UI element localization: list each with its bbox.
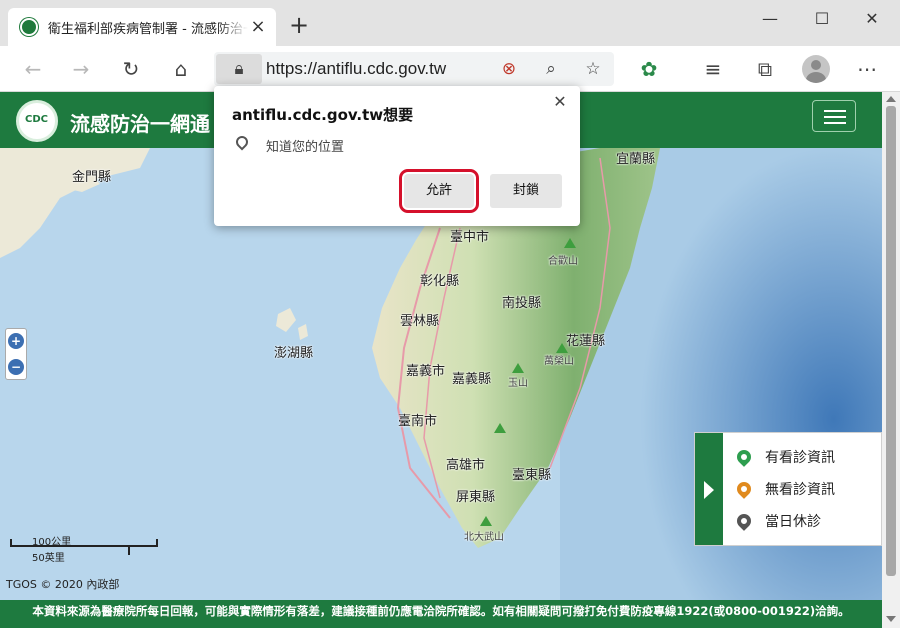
orange-pin-icon [734, 479, 754, 499]
collections-icon[interactable]: ⧉ [750, 54, 780, 84]
home-icon[interactable]: ⌂ [166, 54, 196, 84]
location-pin-icon [233, 133, 251, 151]
map-label-hehuan: 合歡山 [548, 256, 578, 267]
map-label-pingtung: 屏東縣 [456, 490, 496, 505]
scale-mi-label: 50英里 [32, 553, 65, 564]
maximize-icon[interactable]: ☐ [802, 6, 842, 32]
map-label-chiayi-county: 嘉義縣 [452, 372, 492, 387]
map-label-taichung: 臺中市 [450, 230, 490, 245]
map-label-kinmen: 金門縣 [72, 170, 112, 185]
address-bar[interactable]: 🔒︎ https://antiflu.cdc.gov.tw ⊗ ⌕ ☆ [214, 52, 614, 86]
legend-label: 無看診資訊 [765, 482, 835, 498]
map-label-wanrong: 萬榮山 [544, 356, 574, 367]
location-permission-popup: ✕ antiflu.cdc.gov.tw想要 知道您的位置 允許 封鎖 [214, 86, 580, 226]
location-blocked-icon[interactable]: ⊗ [496, 56, 522, 82]
map-label-taitung: 臺東縣 [512, 468, 552, 483]
map-label-changhua: 彰化縣 [420, 274, 460, 289]
legend-item-has-clinic[interactable]: 有看診資訊 [734, 445, 835, 469]
back-icon[interactable]: ← [18, 54, 48, 84]
green-pin-icon [734, 447, 754, 467]
map-copyright: TGOS © 2020 內政部 [6, 578, 120, 591]
tab-title: 衛生福利部疾病管制署 - 流感防治一網通 [48, 21, 248, 37]
gray-pin-icon [734, 511, 754, 531]
popup-close-icon[interactable]: ✕ [550, 92, 570, 112]
forward-icon[interactable]: → [66, 54, 96, 84]
page-scrollbar[interactable] [882, 92, 900, 628]
legend-item-no-clinic[interactable]: 無看診資訊 [734, 477, 835, 501]
extension-icon[interactable]: ✿ [634, 54, 664, 84]
hamburger-menu-button[interactable] [812, 100, 856, 132]
legend-label: 當日休診 [765, 514, 821, 530]
map-label-hualien: 花蓮縣 [566, 334, 606, 349]
window-close-icon[interactable]: ✕ [852, 6, 892, 32]
cdc-favicon-icon [20, 18, 38, 36]
legend-label: 有看診資訊 [765, 450, 835, 466]
scroll-down-icon[interactable] [886, 616, 896, 622]
site-footer: 本資料來源為醫療院所每日回報，可能與實際情形有落差，建議接種前仍應電洽院所確認。… [0, 600, 882, 628]
legend-toggle-button[interactable] [695, 433, 723, 545]
browser-tab[interactable]: 衛生福利部疾病管制署 - 流感防治一網通 × [8, 8, 276, 46]
reading-list-icon[interactable]: ≡ [698, 54, 728, 84]
map-label-yushan: 玉山 [508, 378, 528, 389]
map-label-penghu: 澎湖縣 [274, 346, 314, 361]
favorite-star-icon[interactable]: ☆ [580, 56, 606, 82]
minimize-icon[interactable]: — [750, 6, 790, 32]
zoom-in-icon[interactable]: + [8, 333, 24, 349]
refresh-icon[interactable]: ↻ [116, 54, 146, 84]
popup-request-text: 知道您的位置 [266, 140, 345, 155]
tab-close-icon[interactable]: × [248, 17, 268, 37]
zoom-out-icon[interactable]: − [8, 359, 24, 375]
site-info-button[interactable]: 🔒︎ [216, 54, 262, 84]
new-tab-icon[interactable]: + [286, 12, 312, 38]
legend-item-closed-today[interactable]: 當日休診 [734, 509, 821, 533]
lock-icon: 🔒︎ [234, 59, 244, 79]
url-text: https://antiflu.cdc.gov.tw [266, 59, 447, 78]
map-zoom-control: + − [5, 328, 27, 380]
map-scale-bar: 100公里 50英里 [10, 533, 160, 564]
browser-titlebar: 衛生福利部疾病管制署 - 流感防治一網通 × + — ☐ ✕ [0, 0, 900, 46]
scroll-thumb[interactable] [886, 106, 896, 576]
map-label-yunlin: 雲林縣 [400, 314, 440, 329]
profile-avatar[interactable] [802, 55, 830, 83]
map-label-kaohsiung: 高雄市 [446, 458, 486, 473]
map-label-nantou: 南投縣 [502, 296, 542, 311]
map-label-tainan: 臺南市 [398, 414, 438, 429]
cdc-logo-icon[interactable] [16, 100, 58, 142]
allow-button[interactable]: 允許 [399, 169, 479, 213]
popup-title: antiflu.cdc.gov.tw想要 [232, 106, 414, 124]
zoom-icon[interactable]: ⌕ [538, 56, 564, 82]
map-label-beidawu: 北大武山 [464, 532, 504, 543]
map-label-chiayi-city: 嘉義市 [406, 364, 446, 379]
block-button[interactable]: 封鎖 [490, 174, 562, 208]
more-menu-icon[interactable]: ⋯ [852, 54, 882, 84]
site-title: 流感防治一網通 [70, 112, 210, 136]
map-legend-panel: 有看診資訊 無看診資訊 當日休診 [694, 432, 882, 546]
scroll-up-icon[interactable] [886, 96, 896, 102]
map-label-yilan: 宜蘭縣 [616, 152, 656, 167]
